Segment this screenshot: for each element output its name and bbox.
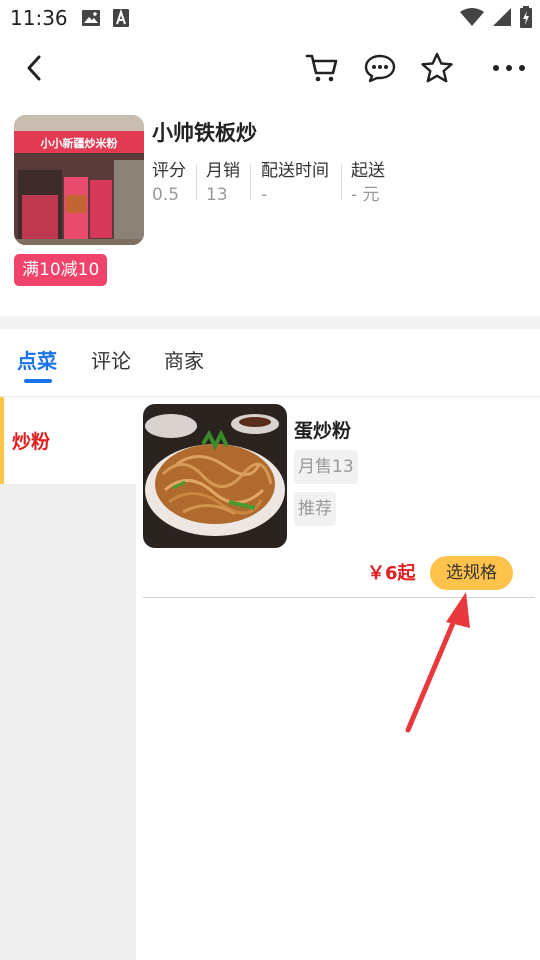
recommend-tag: 推荐: [294, 492, 336, 526]
section-divider: [0, 316, 540, 329]
stat-label: 月销: [206, 161, 240, 181]
more-icon: [493, 65, 525, 71]
promo-badge: 满10减10: [14, 254, 108, 286]
shop-photo: 小小新疆炒米粉: [14, 115, 144, 245]
stat-value: 0.5: [152, 185, 180, 205]
stat-label: 起送: [351, 161, 385, 181]
tab-active-indicator: [24, 379, 52, 383]
dish-price: ￥6起: [367, 563, 416, 584]
stat-label: 配送时间: [261, 161, 329, 181]
stat-label: 评分: [152, 161, 186, 181]
stat-rating: 评分 0.5: [152, 159, 186, 207]
annotation-arrow-icon: [405, 592, 470, 733]
shop-name: 小帅铁板炒: [152, 121, 257, 145]
stat-divider: [196, 164, 197, 200]
more-button[interactable]: [491, 50, 527, 86]
stat-value: 13: [206, 185, 228, 205]
cart-button[interactable]: [304, 50, 340, 86]
message-icon: [364, 54, 396, 83]
dish-photo: [143, 404, 287, 548]
shop-sign-text: 小小新疆炒米粉: [40, 136, 118, 150]
star-icon: [421, 52, 453, 83]
select-spec-button[interactable]: 选规格: [430, 556, 513, 590]
back-button[interactable]: [16, 50, 52, 86]
stat-monthly-sales: 月销 13: [206, 159, 240, 207]
shop-header: 小小新疆炒米粉 小帅铁板炒 评分 0.5 月销 13 配送时间 - 起送 - 元…: [0, 98, 540, 316]
tab-order[interactable]: 点菜: [17, 345, 57, 374]
stat-min-order: 起送 - 元: [351, 159, 385, 207]
menu-item[interactable]: 蛋炒粉 月售13 推荐 ￥6起 选规格: [143, 404, 535, 598]
sidebar-item-label: 炒粉: [12, 431, 51, 453]
image-icon: [81, 9, 101, 31]
stat-divider: [250, 164, 251, 200]
favorite-button[interactable]: [419, 50, 455, 86]
stat-value: - 元: [351, 185, 380, 205]
stat-delivery-time: 配送时间 -: [261, 159, 329, 207]
cart-icon: [305, 54, 338, 82]
dish-name: 蛋炒粉: [294, 420, 352, 442]
status-bar: 11:36: [0, 0, 540, 36]
wifi-icon: [460, 7, 484, 31]
chevron-left-icon: [27, 55, 41, 81]
stat-divider: [341, 164, 342, 200]
signal-icon: [492, 7, 512, 31]
text-a-icon: [113, 8, 129, 31]
tab-reviews[interactable]: 评论: [91, 345, 131, 374]
monthly-sales-tag: 月售13: [294, 450, 358, 484]
tab-bar: 点菜 评论 商家: [0, 329, 540, 397]
status-time: 11:36: [10, 6, 68, 30]
tab-merchant[interactable]: 商家: [164, 345, 204, 374]
message-button[interactable]: [362, 50, 398, 86]
category-sidebar: 炒粉: [0, 397, 136, 960]
top-nav: [0, 36, 540, 98]
stat-value: -: [261, 185, 268, 205]
sidebar-item-fried-noodles[interactable]: 炒粉: [0, 397, 136, 484]
battery-icon: [520, 6, 532, 32]
